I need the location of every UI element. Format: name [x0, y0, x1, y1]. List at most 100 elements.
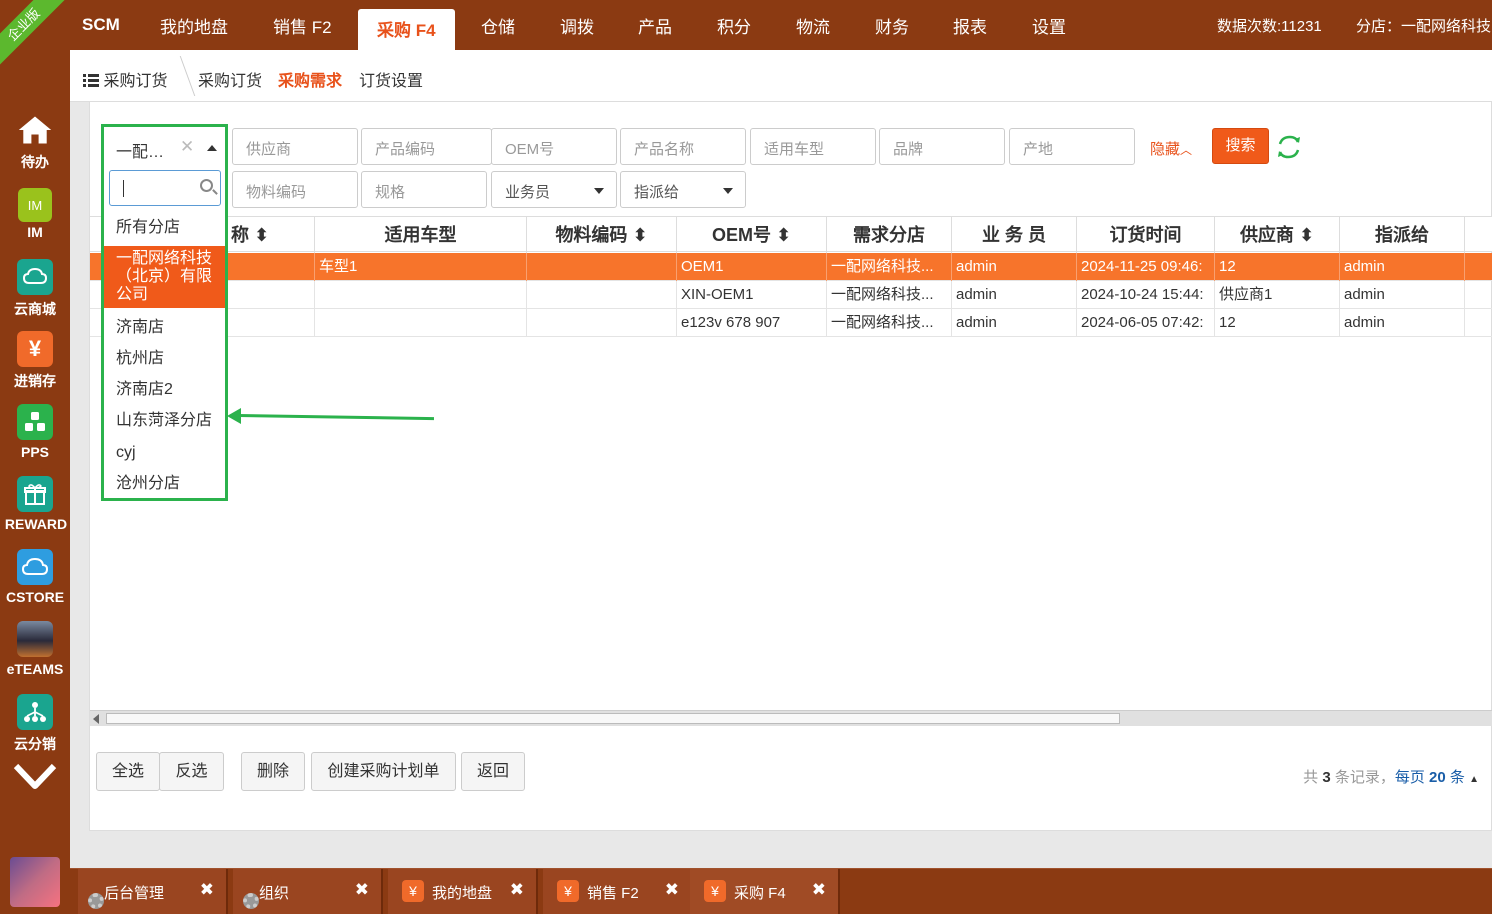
sidebar-item-todo[interactable]: 待办	[0, 112, 70, 172]
col-order-time[interactable]: 订货时间	[1077, 217, 1215, 253]
branch-search-input[interactable]	[109, 170, 221, 206]
close-icon[interactable]: ✖	[200, 880, 214, 900]
tab-order-settings[interactable]: 订货设置	[359, 67, 423, 91]
delete-button[interactable]: 删除	[241, 752, 305, 791]
task-my-area[interactable]: ¥ 我的地盘 ✖	[388, 869, 538, 914]
nav-warehouse[interactable]: 仓储	[481, 13, 515, 38]
nav-points[interactable]: 积分	[717, 13, 751, 38]
close-icon[interactable]: ✖	[812, 880, 826, 900]
caret-up-icon[interactable]	[207, 145, 217, 151]
assignee-select[interactable]: 指派给	[620, 171, 746, 208]
branch-option[interactable]: 杭州店	[104, 350, 225, 368]
branch-option[interactable]: 沧州分店	[104, 475, 225, 493]
product-name-field[interactable]: 产品名称	[620, 128, 746, 165]
scrollbar-thumb[interactable]	[106, 713, 1120, 724]
close-icon[interactable]: ✖	[665, 880, 679, 900]
tab-purchase-demand[interactable]: 采购需求	[278, 67, 343, 103]
nav-logistics[interactable]: 物流	[796, 13, 830, 38]
branch-option[interactable]: 济南店2	[104, 381, 225, 399]
nav-my-area[interactable]: 我的地盘	[160, 13, 228, 38]
cell-time: 2024-11-25 09:46:	[1077, 253, 1215, 281]
branch-option[interactable]: 山东菏泽分店	[104, 412, 225, 430]
app-logo[interactable]: SCM	[82, 15, 120, 35]
col-material-code[interactable]: 物料编码 ⬍	[527, 217, 677, 253]
col-assignee[interactable]: 指派给	[1340, 217, 1465, 253]
nav-finance[interactable]: 财务	[875, 13, 909, 38]
horizontal-scrollbar[interactable]	[90, 710, 1492, 726]
close-icon[interactable]: ✖	[355, 880, 369, 900]
sidebar-item-cstore[interactable]: CSTORE	[0, 549, 70, 605]
sidebar-item-inventory[interactable]: ¥ 进销存	[0, 331, 70, 391]
back-button[interactable]: 返回	[461, 752, 525, 791]
task-organization[interactable]: 组织 ✖	[233, 869, 383, 914]
search-button[interactable]: 搜索	[1212, 128, 1269, 164]
product-code-field[interactable]: 产品编码	[361, 128, 492, 165]
branch-option[interactable]: 所有分店	[104, 219, 225, 237]
col-supplier[interactable]: 供应商 ⬍	[1215, 217, 1340, 253]
table-row[interactable]: XIN-OEM1 一配网络科技... admin 2024-10-24 15:4…	[90, 281, 1492, 309]
task-sales[interactable]: ¥ 销售 F2 ✖	[543, 869, 693, 914]
cell-assignee: admin	[1340, 253, 1465, 281]
branch-option[interactable]: cyj	[104, 444, 225, 462]
sidebar-item-distribution[interactable]: 云分销	[0, 694, 70, 754]
col-vehicle[interactable]: 适用车型	[315, 217, 527, 253]
sub-nav: 采购订货 采购订货 采购需求 订货设置	[70, 50, 1492, 103]
cell-material	[527, 253, 677, 281]
refresh-icon[interactable]	[1276, 134, 1302, 166]
page-size-select[interactable]: 每页 20 条 ▲	[1395, 769, 1479, 786]
supplier-field[interactable]: 供应商	[232, 128, 358, 165]
cell-supplier: 供应商1	[1215, 281, 1340, 309]
nav-transfer[interactable]: 调拨	[560, 13, 594, 38]
cell-oem: e123v 678 907	[677, 309, 827, 337]
nav-sales[interactable]: 销售 F2	[273, 13, 332, 38]
col-oem[interactable]: OEM号 ⬍	[677, 217, 827, 253]
cell-branch: 一配网络科技...	[827, 253, 952, 281]
branch-indicator[interactable]: 分店：一配网络科技	[1356, 15, 1491, 36]
create-plan-button[interactable]: 创建采购计划单	[311, 752, 456, 791]
scroll-left-icon[interactable]	[93, 714, 99, 724]
tab-purchase-order[interactable]: 采购订货	[198, 67, 262, 91]
cell-time: 2024-06-05 07:42:	[1077, 309, 1215, 337]
branch-option[interactable]: 济南店	[104, 319, 225, 337]
close-icon[interactable]: ✖	[510, 880, 524, 900]
sidebar-item-eteams[interactable]: eTEAMS	[0, 621, 70, 677]
salesman-select[interactable]: 业务员	[491, 171, 617, 208]
home-icon	[17, 112, 53, 148]
chevron-down-icon[interactable]	[0, 760, 70, 795]
sidebar-item-cloud-shop[interactable]: 云商城	[0, 259, 70, 319]
task-purchase[interactable]: ¥ 采购 F4 ✖	[690, 869, 840, 914]
brand-field[interactable]: 品牌	[879, 128, 1005, 165]
material-code-field[interactable]: 物料编码	[232, 171, 358, 208]
col-salesman[interactable]: 业 务 员	[952, 217, 1077, 253]
nav-settings[interactable]: 设置	[1032, 13, 1066, 38]
sidebar-item-pps[interactable]: PPS	[0, 404, 70, 460]
list-icon	[83, 74, 99, 87]
table-row[interactable]: 车型1 OEM1 一配网络科技... admin 2024-11-25 09:4…	[90, 253, 1492, 281]
cell-oem: XIN-OEM1	[677, 281, 827, 309]
task-admin[interactable]: 后台管理 ✖	[78, 869, 228, 914]
origin-field[interactable]: 产地	[1009, 128, 1135, 165]
branch-option-selected[interactable]: 一配网络科技（北京）有限公司	[104, 246, 225, 308]
select-all-button[interactable]: 全选	[96, 752, 160, 791]
assignee-select-label: 指派给	[634, 184, 680, 201]
nav-product[interactable]: 产品	[638, 13, 672, 38]
nav-reports[interactable]: 报表	[953, 13, 987, 38]
invert-selection-button[interactable]: 反选	[159, 752, 224, 791]
main-panel: 供应商 产品编码 OEM号 产品名称 适用车型 品牌 产地 隐藏︿ 搜索 物料编…	[89, 101, 1492, 831]
oem-field[interactable]: OEM号	[491, 128, 617, 165]
menu-toggle[interactable]: 采购订货	[83, 67, 167, 91]
user-avatar[interactable]	[10, 857, 60, 907]
branch-dropdown[interactable]: 一配… ✕ 所有分店 一配网络科技（北京）有限公司 济南店 杭州店 济南店2 山…	[101, 124, 228, 501]
hide-filters-link[interactable]: 隐藏︿	[1150, 138, 1192, 159]
table-row[interactable]: e123v 678 907 一配网络科技... admin 2024-06-05…	[90, 309, 1492, 337]
spec-field[interactable]: 规格	[361, 171, 487, 208]
vehicle-field[interactable]: 适用车型	[750, 128, 876, 165]
clear-icon[interactable]: ✕	[180, 137, 194, 157]
sidebar-item-im[interactable]: IM IM	[0, 188, 70, 240]
sidebar-item-reward[interactable]: REWARD	[0, 476, 70, 532]
cell-branch: 一配网络科技...	[827, 281, 952, 309]
nav-purchase[interactable]: 采购 F4	[358, 9, 455, 50]
cell-supplier: 12	[1215, 309, 1340, 337]
gear-icon	[243, 893, 259, 909]
col-branch[interactable]: 需求分店	[827, 217, 952, 253]
